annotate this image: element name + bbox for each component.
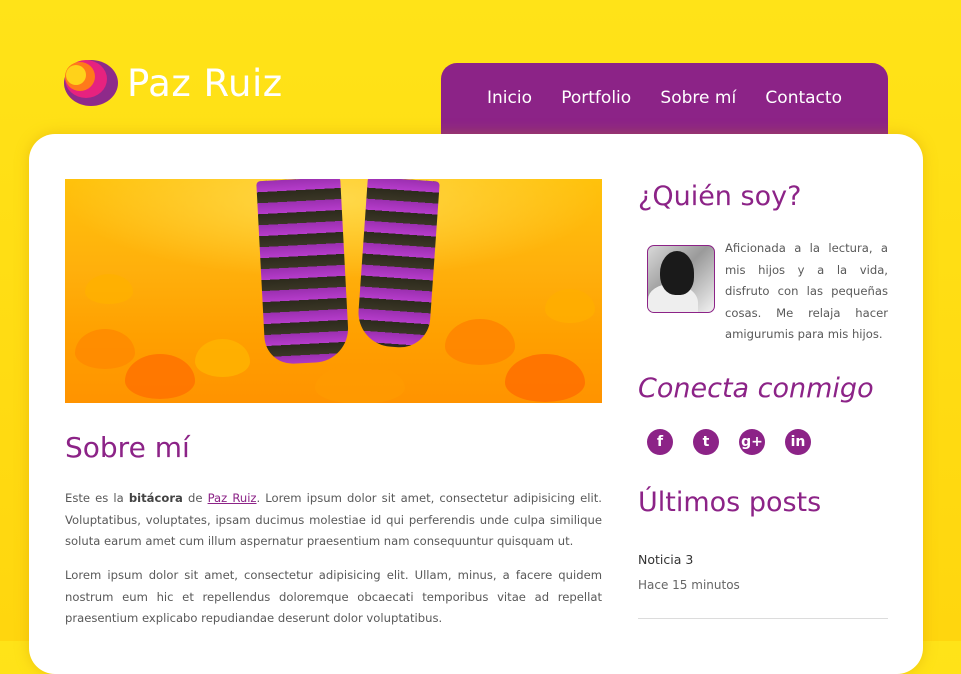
google-plus-icon[interactable]: g+ (739, 429, 765, 455)
facebook-icon[interactable]: f (647, 429, 673, 455)
site-name: Paz Ruiz (127, 61, 283, 105)
bold-word: bitácora (128, 491, 183, 505)
nav-item-sobre-mi[interactable]: Sobre mí (660, 63, 736, 143)
twitter-icon[interactable]: t (693, 429, 719, 455)
divider (638, 618, 888, 619)
post-title[interactable]: Noticia 3 (638, 552, 693, 567)
post-time: Hace 15 minutos (638, 578, 740, 592)
site-logo[interactable]: Paz Ruiz (64, 58, 283, 108)
logo-mark-icon (64, 60, 118, 106)
body-paragraph: Lorem ipsum dolor sit amet, consectetur … (65, 568, 602, 625)
linkedin-icon[interactable]: in (785, 429, 811, 455)
page-title: Sobre mí (65, 431, 190, 464)
social-links: f t g+ in (647, 429, 811, 455)
avatar (647, 245, 715, 313)
connect-heading: Conecta conmigo (638, 373, 874, 404)
about-text: Aficionada a la lectura, a mis hijos y a… (725, 241, 888, 341)
author-link[interactable]: Paz Ruiz (208, 491, 257, 505)
nav-item-contacto[interactable]: Contacto (765, 63, 842, 143)
main-nav: Inicio Portfolio Sobre mí Contacto (441, 63, 888, 143)
nav-item-inicio[interactable]: Inicio (487, 63, 532, 143)
recent-posts-heading: Últimos posts (638, 487, 822, 518)
hero-image (65, 179, 602, 403)
about-heading: ¿Quién soy? (638, 181, 802, 212)
nav-item-portfolio[interactable]: Portfolio (561, 63, 631, 143)
intro-paragraph: Este es la bitácora de Paz Ruiz. Lorem i… (65, 491, 602, 548)
